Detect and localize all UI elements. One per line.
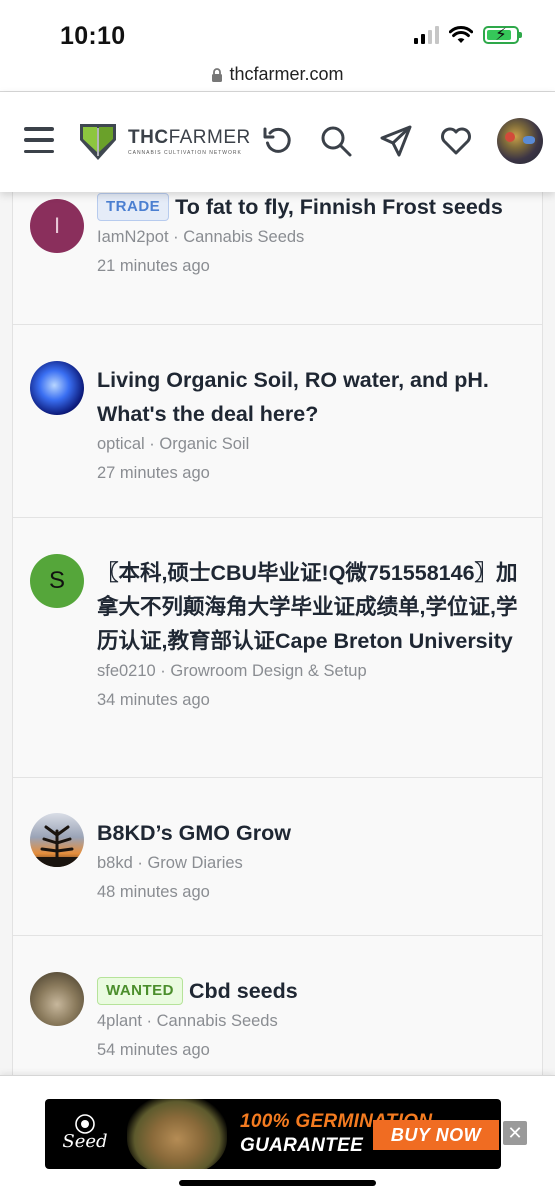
user-avatar[interactable] [497, 118, 543, 164]
thread-time: 54 minutes ago [97, 1041, 210, 1059]
home-indicator[interactable] [179, 1180, 376, 1186]
thread-title[interactable]: WANTED Cbd seeds [97, 974, 528, 1008]
forum-link[interactable]: Cannabis Seeds [183, 228, 304, 246]
list-item[interactable]: S 〖本科,硕士CBU毕业证!Q微751558146〗加拿大不列颠海角大学毕业证… [13, 518, 542, 778]
status-time: 10:10 [60, 22, 126, 50]
author-link[interactable]: 4plant [97, 1012, 142, 1030]
thread-time: 27 minutes ago [97, 464, 210, 482]
url-text: thcfarmer.com [229, 64, 344, 84]
lock-icon [212, 67, 223, 82]
thread-meta: 4plant · Cannabis Seeds [97, 1012, 278, 1030]
status-icons: ⚡ [414, 25, 522, 44]
author-link[interactable]: b8kd [97, 854, 133, 872]
thread-feed: I TRADE To fat to fly, Finnish Frost seed… [12, 192, 543, 1082]
author-avatar[interactable] [30, 972, 84, 1026]
author-link[interactable]: sfe0210 [97, 662, 156, 680]
url-bar[interactable]: thcfarmer.com [0, 58, 555, 92]
thread-title[interactable]: 〖本科,硕士CBU毕业证!Q微751558146〗加拿大不列颠海角大学毕业证成绩… [97, 556, 528, 658]
ad-banner[interactable]: Seed 100% GERMINATION GUARANTEE BUY NOW [45, 1099, 501, 1169]
author-avatar[interactable]: I [30, 199, 84, 253]
close-icon[interactable]: ✕ [503, 1121, 527, 1145]
badge-emblem-icon [75, 1114, 95, 1134]
author-link[interactable]: optical [97, 435, 145, 453]
battery-icon: ⚡ [483, 25, 522, 44]
refresh-icon[interactable] [259, 122, 297, 160]
thread-time: 48 minutes ago [97, 883, 210, 901]
list-item[interactable]: I TRADE To fat to fly, Finnish Frost seed… [13, 192, 542, 325]
ad-subline: GUARANTEE [240, 1135, 364, 1156]
thread-meta: IamN2pot · Cannabis Seeds [97, 228, 305, 246]
thread-time: 21 minutes ago [97, 257, 210, 275]
thread-meta: sfe0210 · Growroom Design & Setup [97, 662, 367, 680]
logo-text: THCFARMER CANNABIS CULTIVATION NETWORK [128, 127, 251, 157]
status-bar: 10:10 ⚡ [0, 0, 555, 60]
trade-badge: TRADE [97, 193, 170, 221]
buy-now-button[interactable]: BUY NOW [373, 1120, 499, 1150]
thread-meta: b8kd · Grow Diaries [97, 854, 243, 872]
ad-bud-image [127, 1099, 227, 1169]
wanted-badge: WANTED [97, 977, 183, 1005]
heart-icon[interactable] [437, 122, 475, 160]
plant-silhouette-icon [30, 825, 84, 867]
forum-link[interactable]: Organic Soil [159, 435, 249, 453]
author-avatar[interactable] [30, 361, 84, 415]
forum-link[interactable]: Cannabis Seeds [157, 1012, 278, 1030]
forum-link[interactable]: Growroom Design & Setup [170, 662, 366, 680]
author-avatar[interactable]: S [30, 554, 84, 608]
ad-brand-logo: Seed [55, 1111, 115, 1159]
thread-meta: optical · Organic Soil [97, 435, 250, 453]
list-item[interactable]: B8KD’s GMO Grow b8kd · Grow Diaries 48 m… [13, 778, 542, 936]
logo-leaf-icon [80, 124, 116, 160]
list-item[interactable]: WANTED Cbd seeds 4plant · Cannabis Seeds … [13, 936, 542, 1082]
list-item[interactable]: Living Organic Soil, RO water, and pH. W… [13, 325, 542, 518]
app-header: THCFARMER CANNABIS CULTIVATION NETWORK [0, 92, 555, 192]
cellular-signal-icon [414, 26, 439, 44]
thread-title[interactable]: B8KD’s GMO Grow [97, 816, 528, 850]
thread-title[interactable]: TRADE To fat to fly, Finnish Frost seeds [97, 192, 528, 224]
author-link[interactable]: IamN2pot [97, 228, 169, 246]
forum-link[interactable]: Grow Diaries [147, 854, 242, 872]
author-avatar[interactable] [30, 813, 84, 867]
thread-time: 34 minutes ago [97, 691, 210, 709]
wifi-icon [449, 26, 473, 43]
thread-title[interactable]: Living Organic Soil, RO water, and pH. W… [97, 363, 528, 431]
site-logo[interactable]: THCFARMER CANNABIS CULTIVATION NETWORK [78, 122, 251, 162]
search-icon[interactable] [317, 122, 355, 160]
send-icon[interactable] [377, 122, 415, 160]
menu-icon[interactable] [24, 127, 54, 153]
